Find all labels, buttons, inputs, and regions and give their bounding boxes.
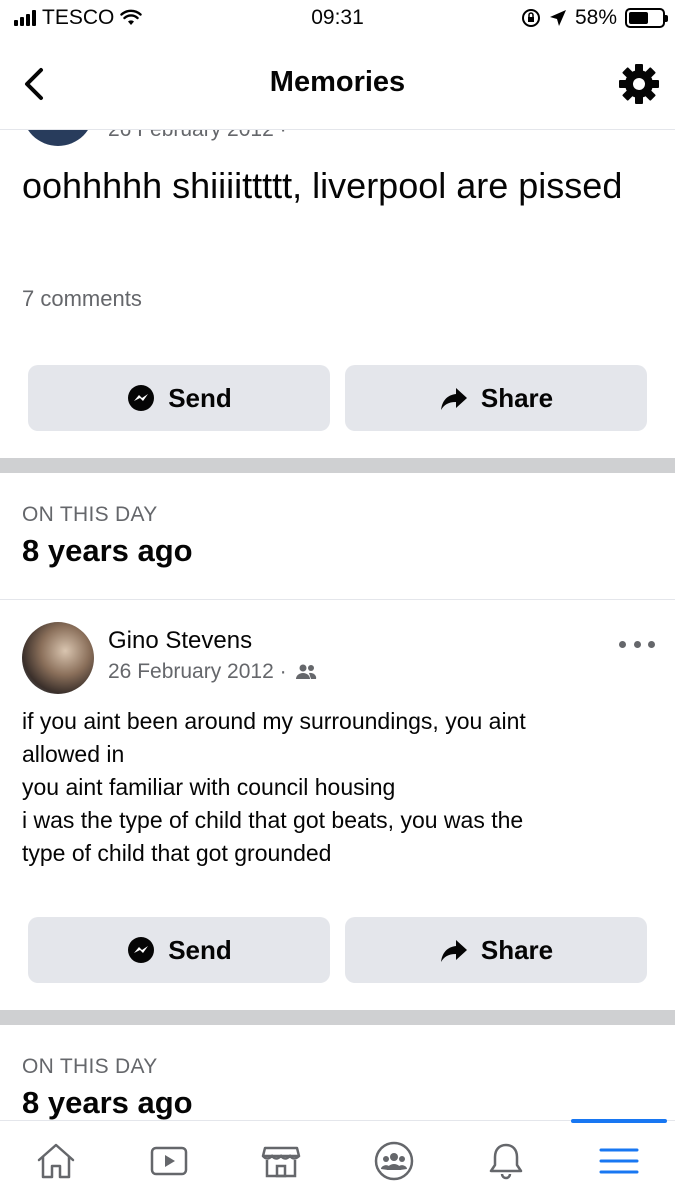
gear-icon[interactable] xyxy=(615,60,663,108)
location-icon xyxy=(549,10,566,26)
post-body-line: type of child that got grounded xyxy=(22,840,332,866)
tab-groups[interactable] xyxy=(338,1121,451,1200)
comments-count[interactable]: 7 comments xyxy=(22,286,142,312)
post-date: 26 February 2012 · xyxy=(108,660,287,683)
share-label: Share xyxy=(480,382,554,413)
post-meta: 26 February 2012 · xyxy=(108,660,317,684)
send-button[interactable]: Send xyxy=(28,917,330,983)
post-date: 26 February 2012 · xyxy=(108,130,287,142)
share-arrow-icon xyxy=(440,388,467,410)
tab-marketplace[interactable] xyxy=(225,1121,338,1200)
orientation-lock-icon xyxy=(521,9,540,27)
post-body-line: allowed in xyxy=(22,741,125,767)
memories-feed[interactable]: 26 February 2012 · oohhhhh shiiiittttt, … xyxy=(0,130,675,1120)
tab-notifications[interactable] xyxy=(450,1121,563,1200)
section-label: ON THIS DAY xyxy=(22,1055,158,1078)
home-icon xyxy=(38,1143,75,1178)
tab-home[interactable] xyxy=(0,1121,113,1200)
video-icon xyxy=(150,1146,187,1175)
tab-menu[interactable] xyxy=(563,1119,675,1200)
status-bar: TESCO 09:31 58% xyxy=(0,0,675,38)
messenger-icon xyxy=(128,937,155,963)
post-body-line: i was the type of child that got beats, … xyxy=(22,807,524,833)
share-button[interactable]: Share xyxy=(345,917,647,983)
author-name[interactable]: Gino Stevens xyxy=(108,627,252,655)
avatar[interactable] xyxy=(22,130,94,146)
page-title: Memories xyxy=(269,66,406,98)
send-label: Send xyxy=(168,382,232,413)
battery-icon xyxy=(625,8,668,28)
separator xyxy=(0,599,675,600)
share-button[interactable]: Share xyxy=(345,365,647,431)
menu-icon xyxy=(599,1148,639,1173)
section-heading: 8 years ago xyxy=(22,1085,193,1120)
post-body-line: you aint familiar with council housing xyxy=(22,774,396,800)
post-body: if you aint been around my surroundings,… xyxy=(22,705,642,870)
avatar[interactable] xyxy=(22,622,94,694)
section-divider xyxy=(0,458,675,473)
post-text: oohhhhh shiiiittttt, liverpool are pisse… xyxy=(22,165,623,206)
tab-watch[interactable] xyxy=(113,1121,226,1200)
status-right: 58% xyxy=(521,6,668,30)
more-options-icon[interactable] xyxy=(619,632,655,656)
messenger-icon xyxy=(128,385,155,411)
send-label: Send xyxy=(168,934,232,965)
post-body-line: if you aint been around my surroundings,… xyxy=(22,708,526,734)
battery-percent: 58% xyxy=(574,6,617,29)
share-label: Share xyxy=(480,934,554,965)
bell-icon xyxy=(490,1143,523,1179)
post-actions: Send Share xyxy=(28,365,647,431)
nav-bar: Memories xyxy=(0,38,675,130)
groups-icon xyxy=(374,1141,413,1180)
share-arrow-icon xyxy=(440,940,467,962)
section-divider xyxy=(0,1010,675,1025)
section-heading: 8 years ago xyxy=(22,533,193,568)
section-label: ON THIS DAY xyxy=(22,503,158,526)
friends-audience-icon xyxy=(295,664,316,679)
send-button[interactable]: Send xyxy=(28,365,330,431)
tab-bar xyxy=(0,1119,675,1200)
marketplace-icon xyxy=(262,1146,301,1177)
post-actions: Send Share xyxy=(28,917,647,983)
